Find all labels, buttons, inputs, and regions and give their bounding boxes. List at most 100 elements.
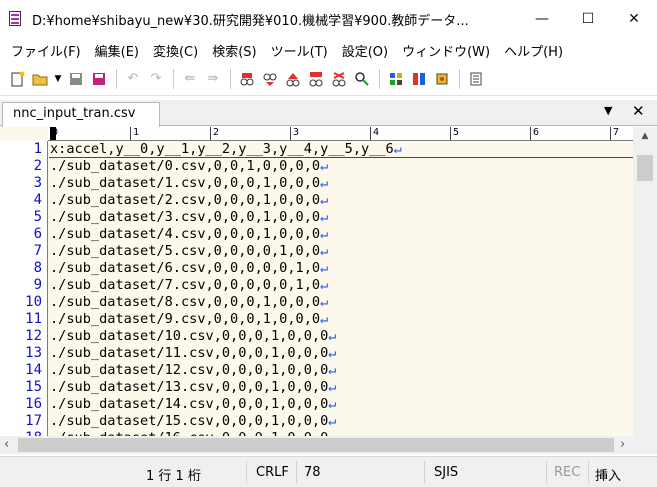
text-line[interactable]: ./sub_dataset/14.csv,0,0,0,1,0,0,0↵: [49, 396, 633, 413]
line-text: ./sub_dataset/10.csv,0,0,0,1,0,0,0: [50, 328, 329, 344]
line-text: ./sub_dataset/6.csv,0,0,0,0,0,1,0: [50, 260, 321, 276]
save-all-icon[interactable]: [88, 68, 110, 90]
menu-settings[interactable]: 設定(O): [335, 41, 395, 60]
maximize-button[interactable]: ☐: [565, 4, 611, 34]
ruler-label: 5: [450, 127, 459, 140]
text-line[interactable]: x:accel,y__0,y__1,y__2,y__3,y__4,y__5,y_…: [49, 141, 633, 158]
eol-mark: ↵: [320, 158, 329, 174]
text-line[interactable]: ./sub_dataset/6.csv,0,0,0,0,0,1,0↵: [49, 260, 633, 277]
eol-mark: ↵: [320, 243, 329, 259]
menu-file[interactable]: ファイル(F): [4, 41, 88, 60]
eol-mark: ↵: [328, 362, 337, 378]
line-number: 3: [33, 175, 42, 191]
line-number: 1: [33, 141, 42, 157]
jump-back-icon[interactable]: ⇚: [179, 68, 201, 90]
vertical-scrollbar[interactable]: ▲: [633, 127, 657, 436]
tab-nnc-input-tran[interactable]: nnc_input_tran.csv: [2, 102, 160, 127]
eol-mark: ↵: [320, 277, 329, 293]
text-line[interactable]: ./sub_dataset/12.csv,0,0,0,1,0,0,0↵: [49, 362, 633, 379]
caret-position: 1 行 1 桁: [146, 469, 201, 484]
menu-help[interactable]: ヘルプ(H): [497, 41, 570, 60]
line-number: 7: [33, 243, 42, 259]
properties-icon[interactable]: [465, 68, 487, 90]
horizontal-scrollbar[interactable]: ‹ ›: [0, 436, 633, 454]
redo-icon[interactable]: ↷: [145, 68, 167, 90]
text-line[interactable]: ./sub_dataset/2.csv,0,0,0,1,0,0,0↵: [49, 192, 633, 209]
line-text: ./sub_dataset/0.csv,0,0,1,0,0,0,0: [50, 158, 321, 174]
line-number: 13: [25, 345, 42, 361]
line-number: 9: [33, 277, 42, 293]
line-text: ./sub_dataset/8.csv,0,0,0,1,0,0,0: [50, 294, 321, 310]
minimize-button[interactable]: —: [519, 4, 565, 34]
text-line[interactable]: ./sub_dataset/3.csv,0,0,0,1,0,0,0↵: [49, 209, 633, 226]
line-text: ./sub_dataset/4.csv,0,0,0,1,0,0,0: [50, 226, 321, 242]
line-number: 2: [33, 158, 42, 174]
text-line[interactable]: ./sub_dataset/1.csv,0,0,0,1,0,0,0↵: [49, 175, 633, 192]
text-line[interactable]: ./sub_dataset/5.csv,0,0,0,0,1,0,0↵: [49, 243, 633, 260]
search-b-icon[interactable]: [259, 68, 281, 90]
eol-mark: ↵: [328, 328, 337, 344]
title-bar: D:¥home¥shibayu_new¥30.研究開発¥010.機械学習¥900…: [0, 0, 657, 38]
line-text: ./sub_dataset/15.csv,0,0,0,1,0,0,0: [50, 413, 329, 429]
text-line[interactable]: ./sub_dataset/13.csv,0,0,0,1,0,0,0↵: [49, 379, 633, 396]
line-number: 12: [25, 328, 42, 344]
scroll-up-icon[interactable]: ▲: [633, 131, 657, 141]
eol-mark: ↵: [328, 379, 337, 395]
jump-forward-icon[interactable]: ⇛: [202, 68, 224, 90]
line-number: 15: [25, 379, 42, 395]
undo-icon[interactable]: ↶: [122, 68, 144, 90]
window-title: D:¥home¥shibayu_new¥30.研究開発¥010.機械学習¥900…: [32, 13, 469, 29]
eol-mark: ↵: [328, 396, 337, 412]
ruler-label: 3: [290, 127, 299, 140]
search-a-icon[interactable]: [236, 68, 258, 90]
search-c-icon[interactable]: [282, 68, 304, 90]
text-line[interactable]: ./sub_dataset/9.csv,0,0,0,1,0,0,0↵: [49, 311, 633, 328]
line-text: x:accel,y__0,y__1,y__2,y__3,y__4,y__5,y_…: [50, 141, 394, 157]
line-number: 10: [25, 294, 42, 310]
rec-indicator: REC: [554, 465, 581, 480]
grep-icon[interactable]: [351, 68, 373, 90]
ruler-label: 1: [130, 127, 139, 140]
line-number-gutter: 123456789101112131415161718: [0, 141, 48, 436]
vertical-scroll-thumb[interactable]: [637, 155, 653, 181]
line-number: 11: [25, 311, 42, 327]
new-file-icon[interactable]: [6, 68, 28, 90]
text-line[interactable]: ./sub_dataset/11.csv,0,0,0,1,0,0,0↵: [49, 345, 633, 362]
tab-menu-icon[interactable]: ▼: [604, 104, 612, 117]
text-line[interactable]: ./sub_dataset/4.csv,0,0,0,1,0,0,0↵: [49, 226, 633, 243]
outline-icon[interactable]: [385, 68, 407, 90]
line-number: 17: [25, 413, 42, 429]
compare-icon[interactable]: [408, 68, 430, 90]
line-number: 6: [33, 226, 42, 242]
menu-convert[interactable]: 変換(C): [146, 41, 205, 60]
save-icon[interactable]: [65, 68, 87, 90]
search-replace-icon[interactable]: [305, 68, 327, 90]
macro-icon[interactable]: [431, 68, 453, 90]
text-line[interactable]: ./sub_dataset/7.csv,0,0,0,0,0,1,0↵: [49, 277, 633, 294]
text-line[interactable]: ./sub_dataset/10.csv,0,0,0,1,0,0,0↵: [49, 328, 633, 345]
scroll-left-icon[interactable]: ‹: [4, 437, 9, 452]
line-text: ./sub_dataset/13.csv,0,0,0,1,0,0,0: [50, 379, 329, 395]
text-area[interactable]: x:accel,y__0,y__1,y__2,y__3,y__4,y__5,y_…: [49, 141, 633, 436]
scroll-right-icon[interactable]: ›: [620, 437, 625, 452]
text-line[interactable]: ./sub_dataset/8.csv,0,0,0,1,0,0,0↵: [49, 294, 633, 311]
text-line[interactable]: ./sub_dataset/15.csv,0,0,0,1,0,0,0↵: [49, 413, 633, 430]
menu-search[interactable]: 検索(S): [205, 41, 263, 60]
search-d-icon[interactable]: [328, 68, 350, 90]
editor[interactable]: 0 1 2 3 4 5 6 7 1 2 3 4 5 6 7 8 9 10 11 12 13 14 15 16 1…: [0, 127, 633, 436]
open-dropdown-icon[interactable]: ▼: [52, 68, 64, 90]
menu-window[interactable]: ウィンドウ(W): [395, 41, 497, 60]
line-text: ./sub_dataset/3.csv,0,0,0,1,0,0,0: [50, 209, 321, 225]
line-text: ./sub_dataset/7.csv,0,0,0,0,0,1,0: [50, 277, 321, 293]
toolbar: ▼ ↶ ↷ ⇚ ⇛: [0, 62, 657, 96]
menu-tools[interactable]: ツール(T): [264, 41, 335, 60]
tab-close-icon[interactable]: ✕: [632, 102, 645, 120]
ruler-label: 6: [530, 127, 539, 140]
open-folder-icon[interactable]: [29, 68, 51, 90]
eol-mark: ↵: [320, 192, 329, 208]
eol-mark: ↵: [393, 141, 402, 157]
text-line[interactable]: ./sub_dataset/0.csv,0,0,1,0,0,0,0↵: [49, 158, 633, 175]
close-button[interactable]: ✕: [611, 4, 657, 34]
horizontal-scroll-thumb[interactable]: [18, 438, 614, 452]
menu-edit[interactable]: 編集(E): [88, 41, 146, 60]
